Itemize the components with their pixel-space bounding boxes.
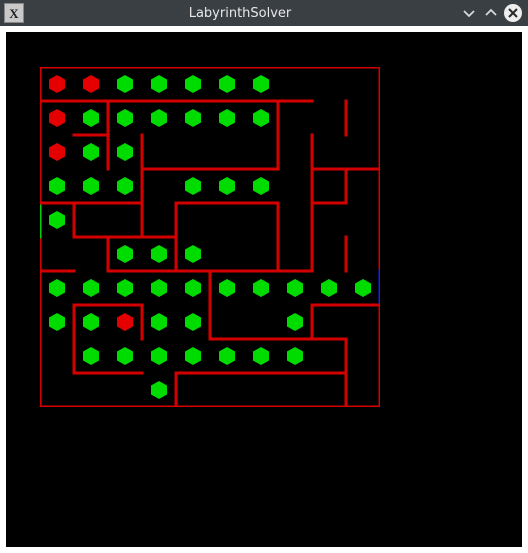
dot-green (287, 279, 303, 297)
dot-green (117, 279, 133, 297)
dot-green (151, 75, 167, 93)
dot-green (151, 381, 167, 399)
dot-green (83, 279, 99, 297)
dot-green (185, 177, 201, 195)
dot-green (185, 245, 201, 263)
dot-green (185, 109, 201, 127)
dot-green (151, 313, 167, 331)
dot-green (253, 177, 269, 195)
dot-red (49, 143, 65, 161)
dot-green (253, 109, 269, 127)
dot-green (117, 347, 133, 365)
dot-green (185, 75, 201, 93)
dot-green (253, 347, 269, 365)
dot-green (83, 177, 99, 195)
dot-green (49, 313, 65, 331)
dot-green (151, 347, 167, 365)
dot-green (83, 143, 99, 161)
dot-green (355, 279, 371, 297)
dot-green (321, 279, 337, 297)
dot-red (117, 313, 133, 331)
dot-green (117, 143, 133, 161)
dot-green (117, 75, 133, 93)
dot-green (49, 177, 65, 195)
dot-green (117, 109, 133, 127)
dot-green (219, 75, 235, 93)
dot-green (151, 109, 167, 127)
titlebar: X LabyrinthSolver (0, 0, 528, 26)
dot-green (185, 313, 201, 331)
maximize-button[interactable] (482, 4, 500, 22)
dot-green (219, 109, 235, 127)
dot-green (219, 279, 235, 297)
canvas-area (6, 32, 522, 547)
dot-green (287, 313, 303, 331)
dot-green (83, 347, 99, 365)
dot-red (49, 109, 65, 127)
dot-green (49, 211, 65, 229)
dot-green (185, 347, 201, 365)
app-icon: X (4, 3, 24, 23)
dot-green (151, 245, 167, 263)
dot-green (219, 177, 235, 195)
dot-red (83, 75, 99, 93)
dot-green (185, 279, 201, 297)
dot-green (219, 347, 235, 365)
close-button[interactable] (504, 4, 522, 22)
dot-green (83, 313, 99, 331)
dot-green (287, 347, 303, 365)
dot-green (253, 75, 269, 93)
dot-green (151, 279, 167, 297)
minimize-button[interactable] (460, 4, 478, 22)
window-title: LabyrinthSolver (24, 6, 456, 21)
dot-green (117, 245, 133, 263)
dot-red (49, 75, 65, 93)
dot-green (83, 109, 99, 127)
client-area (0, 26, 528, 553)
dot-green (117, 177, 133, 195)
dot-green (253, 279, 269, 297)
dot-green (49, 279, 65, 297)
